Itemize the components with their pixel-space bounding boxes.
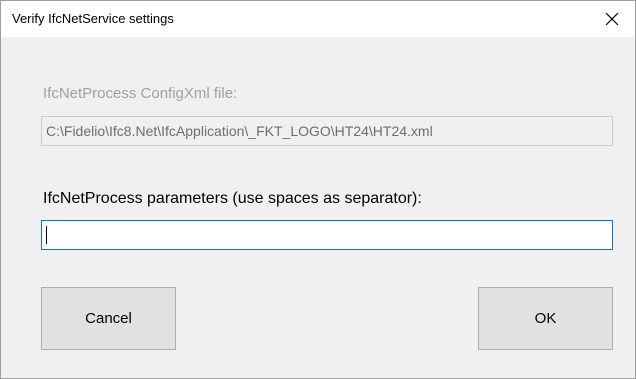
dialog-window: Verify IfcNetService settings IfcNetProc… — [0, 0, 636, 379]
config-file-field: C:\Fidelio\Ifc8.Net\IfcApplication\_FKT_… — [41, 116, 613, 146]
cancel-button[interactable]: Cancel — [41, 287, 176, 350]
text-caret — [46, 226, 47, 244]
parameters-label: IfcNetProcess parameters (use spaces as … — [43, 190, 422, 207]
parameters-input[interactable] — [41, 220, 613, 250]
ok-button[interactable]: OK — [478, 287, 613, 350]
dialog-body: IfcNetProcess ConfigXml file: C:\Fidelio… — [1, 37, 635, 378]
title-bar[interactable]: Verify IfcNetService settings — [1, 1, 635, 37]
config-file-label: IfcNetProcess ConfigXml file: — [43, 85, 238, 102]
window-title: Verify IfcNetService settings — [12, 11, 174, 26]
close-button[interactable] — [589, 1, 635, 37]
close-icon — [605, 12, 619, 26]
